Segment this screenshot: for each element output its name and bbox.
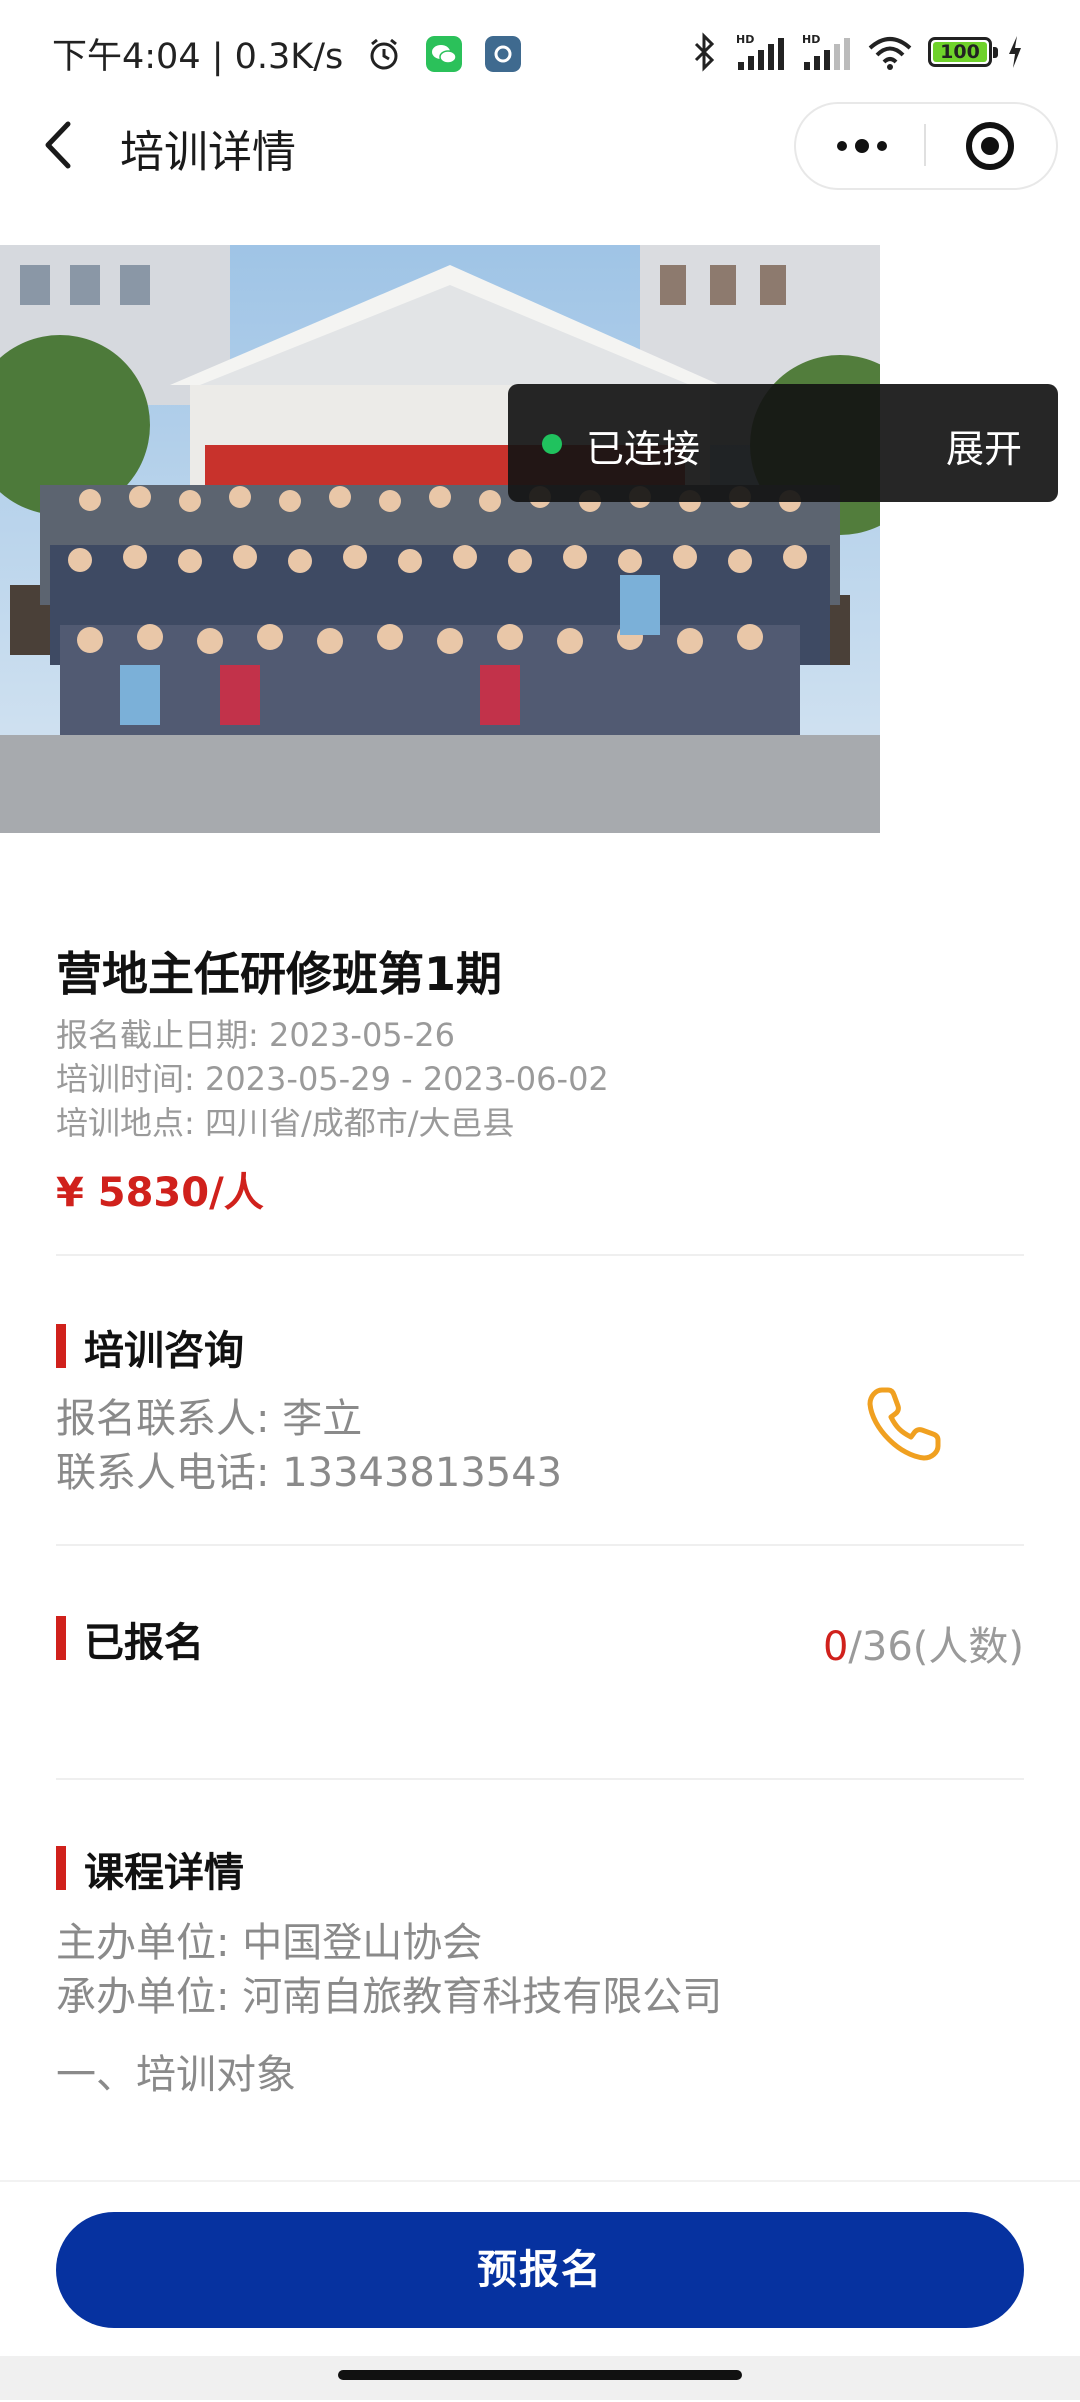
divider [56,1254,1024,1256]
back-icon[interactable] [30,110,90,180]
enrolled-section-title: 已报名 [84,1620,204,1666]
home-indicator[interactable] [338,2370,742,2380]
capsule-divider [924,124,926,166]
section-marker [56,1616,66,1660]
course-price: ¥ 5830/人 [56,1170,264,1216]
bluetooth-icon [694,32,715,72]
charging-icon [1009,36,1021,68]
organizer: 承办单位: 河南自旅教育科技有限公司 [56,1974,723,2020]
host-organization: 主办单位: 中国登山协会 [56,1920,483,1966]
training-target-heading: 一、培训对象 [56,2052,296,2098]
status-indicators: HD HD 100 [690,30,1024,74]
training-location: 培训地点: 四川省/成都市/大邑县 [56,1104,515,1142]
battery-icon: 100 [928,37,998,67]
details-section-title: 课程详情 [84,1850,244,1896]
training-time: 培训时间: 2023-05-29 - 2023-06-02 [56,1060,609,1098]
expand-button[interactable]: 展开 [946,418,1022,473]
enrollment-count: 0/36(人数) [823,1614,1024,1672]
status-time-speed: 下午4:04 | 0.3K/s [52,28,521,79]
registration-deadline: 报名截止日期: 2023-05-26 [56,1016,455,1054]
course-title: 营地主任研修班第1期 [56,947,503,1001]
enrollment-capacity: /36(人数) [848,1624,1024,1670]
page-title: 培训详情 [120,127,296,178]
status-time-text: 下午4:04 | 0.3K/s [52,37,344,77]
pre-register-button[interactable]: 预报名 [56,2212,1024,2328]
contact-person: 报名联系人: 李立 [56,1396,363,1442]
section-marker [56,1846,66,1890]
enrolled-number: 0 [822,1624,849,1670]
settings-app-icon [484,35,521,72]
connected-status-dot [542,434,562,454]
alarm-icon [370,38,398,69]
divider [56,1544,1024,1546]
wifi-icon [868,37,912,70]
signal-hd-icon-2: HD [802,33,850,70]
svg-text:HD: HD [736,33,754,46]
contact-phone: 联系人电话: 13343813543 [56,1450,563,1496]
battery-level: 100 [940,41,980,63]
connection-status-text: 已连接 [586,427,701,471]
training-group-photo [0,245,880,833]
more-icon[interactable] [812,118,912,174]
divider [56,1778,1024,1780]
close-miniprogram-icon[interactable] [950,112,1030,180]
phone-icon[interactable] [862,1380,948,1466]
svg-text:HD: HD [802,33,820,46]
signal-hd-icon: HD [736,33,784,70]
consult-section-title: 培训咨询 [84,1328,244,1374]
wechat-icon [425,35,462,72]
section-marker [56,1324,66,1368]
